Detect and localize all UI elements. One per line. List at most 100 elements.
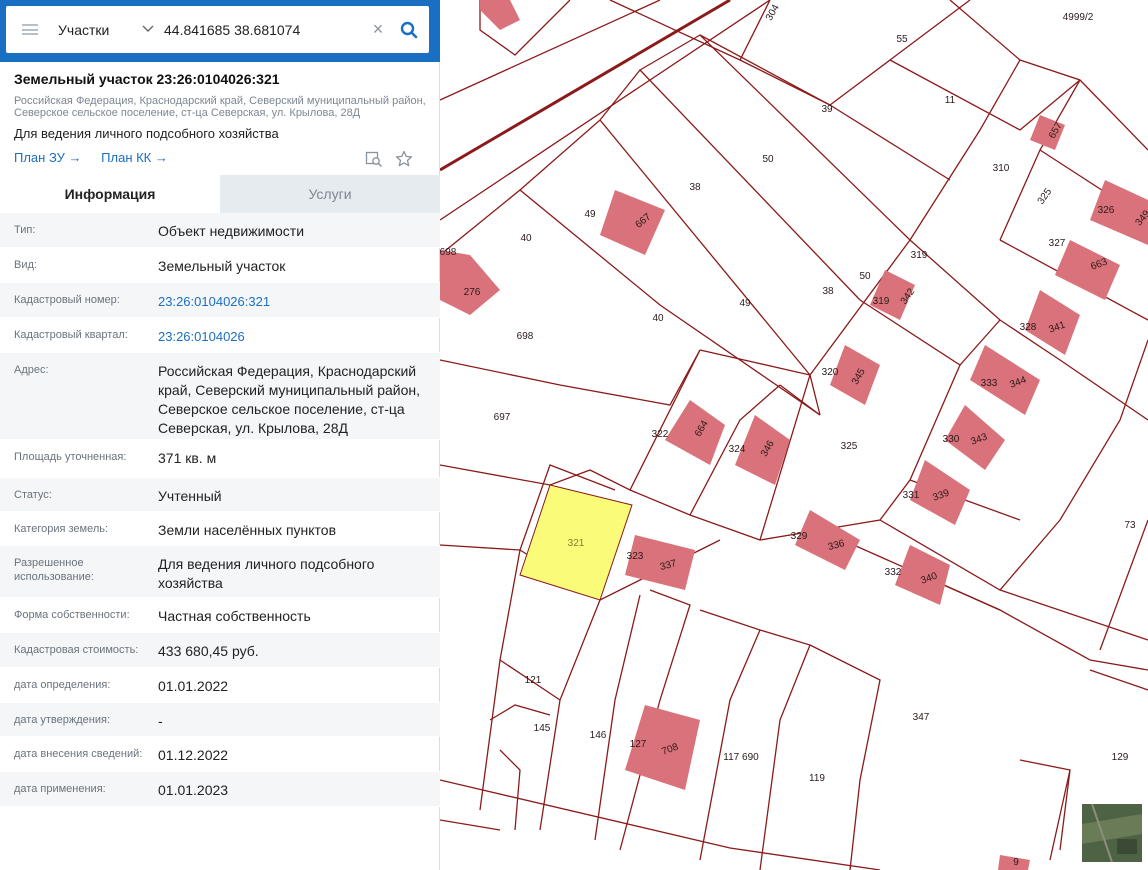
parcel-number-label: 11	[945, 95, 956, 106]
info-row-address: Адрес: Российская Федерация, Краснодарски…	[0, 353, 440, 440]
row-label: Кадастровый номер:	[14, 294, 120, 306]
parcel-number-label: 276	[464, 287, 481, 298]
parcel-number-label: 324	[729, 444, 746, 455]
parcel-number-label: 40	[652, 313, 664, 324]
row-label: Разрешенное использование:	[14, 557, 94, 583]
app-root: Участки × Земельный участок 23:26:010402…	[0, 0, 1148, 870]
parcel-number-label: 40	[520, 233, 532, 244]
parcel-number-label: 320	[822, 367, 839, 378]
parcel-number-label: 698	[517, 331, 534, 342]
object-title: Земельный участок 23:26:0104026:321	[14, 71, 280, 87]
parcel-number-label: 49	[584, 209, 596, 220]
row-value: Российская Федерация, Краснодарский край…	[158, 363, 421, 436]
parcel-number-label: 329	[791, 531, 808, 542]
parcel-number-label: 145	[534, 723, 551, 734]
object-actions	[365, 150, 413, 168]
star-icon[interactable]	[395, 150, 413, 168]
info-row-application-date: дата применения: 01.01.2023	[0, 772, 440, 807]
cadastral-quarter-link[interactable]: 23:26:0104026	[158, 318, 440, 355]
info-row-status: Статус: Учтенный	[0, 478, 440, 512]
cadastral-number-link[interactable]: 23:26:0104026:321	[158, 283, 440, 320]
tab-info[interactable]: Информация	[0, 175, 220, 213]
parcel-number-label: 325	[841, 441, 858, 452]
row-label: Адрес:	[14, 364, 49, 376]
close-icon[interactable]: ×	[367, 6, 389, 53]
parcel-number-label: 310	[993, 163, 1010, 174]
parcel-number-label: 323	[627, 551, 644, 562]
building-footprints	[440, 0, 1148, 870]
parcel-number-label: 326	[1098, 205, 1115, 216]
layer-select[interactable]: Участки	[54, 6, 158, 53]
parcel-number-label: 119	[809, 773, 825, 784]
parcel-number-label: 331	[903, 490, 920, 501]
parcel-number-label: 698	[440, 247, 457, 258]
parcel-number-label: 50	[762, 154, 774, 165]
search-bar: Участки ×	[6, 6, 429, 53]
info-row-type: Тип: Объект недвижимости	[0, 213, 440, 248]
info-row-land-category: Категория земель: Земли населённых пункто…	[0, 512, 440, 546]
row-value: 433 680,45 руб.	[158, 643, 259, 659]
info-row-valuation-date: дата определения: 01.01.2022	[0, 668, 440, 703]
info-row-cadastral-number: Кадастровый номер: 23:26:0104026:321	[0, 283, 440, 318]
hamburger-icon[interactable]	[6, 6, 54, 53]
satellite-layer-toggle[interactable]	[1080, 802, 1144, 864]
search-icon[interactable]	[389, 6, 429, 53]
row-value: 01.01.2022	[158, 678, 229, 694]
object-links: План ЗУ → План КК →	[14, 150, 429, 168]
object-address: Российская Федерация, Краснодарский край…	[14, 95, 426, 119]
row-label: Статус:	[14, 489, 52, 501]
parcel-number-label: 39	[821, 104, 833, 115]
parcel-number-label: 49	[739, 298, 751, 309]
info-row-kind: Вид: Земельный участок	[0, 248, 440, 283]
row-label: Форма собственности:	[14, 609, 130, 621]
parcel-number-label: 38	[822, 286, 834, 297]
parcel-number-label: 129	[1112, 752, 1129, 763]
tab-services[interactable]: Услуги	[220, 175, 440, 213]
row-value: 01.12.2022	[158, 747, 229, 763]
row-value: -	[158, 713, 163, 729]
parcel-number-label: 330	[943, 434, 960, 445]
cadastral-map[interactable]: 304 4999/2 55 39 11 50 667 657 310 38 49 325 326 349 4…	[440, 0, 1148, 870]
row-value: Земельный участок	[158, 258, 286, 274]
parcel-number-label: 55	[896, 34, 908, 45]
object-purpose: Для ведения личного подсобного хозяйства	[14, 126, 279, 141]
find-on-map-icon[interactable]	[365, 150, 383, 168]
row-label: Кадастровый квартал:	[14, 329, 128, 341]
info-row-cadastral-value: Кадастровая стоимость: 433 680,45 руб.	[0, 633, 440, 668]
row-label: дата утверждения:	[14, 714, 111, 726]
row-value: Частная собственность	[158, 608, 311, 624]
selected-parcel-label: 321	[568, 538, 585, 549]
info-row-entry-date: дата внесения сведений: 01.12.2022	[0, 737, 440, 772]
chevron-down-icon	[142, 24, 154, 36]
info-row-cadastral-quarter: Кадастровый квартал: 23:26:0104026	[0, 318, 440, 353]
row-value: 371 кв. м	[158, 450, 217, 466]
search-input[interactable]	[158, 6, 367, 53]
row-label: дата применения:	[14, 783, 106, 795]
parcel-number-label: 121	[525, 675, 542, 686]
parcel-number-label: 117 690	[723, 752, 759, 763]
plan-kk-link[interactable]: План КК →	[101, 150, 168, 165]
layer-select-value: Участки	[58, 21, 110, 38]
info-row-ownership: Форма собственности: Частная собственност…	[0, 598, 440, 633]
info-row-approval-date: дата утверждения: -	[0, 703, 440, 737]
row-value: 01.01.2023	[158, 782, 229, 798]
parcel-number-label: 333	[981, 378, 998, 389]
parcel-number-label: 50	[859, 271, 871, 282]
row-label: Категория земель:	[14, 523, 109, 535]
row-label: Кадастровая стоимость:	[14, 644, 139, 656]
row-label: дата определения:	[14, 679, 111, 691]
row-label: дата внесения сведений:	[14, 748, 143, 760]
tabs: Информация Услуги	[0, 175, 440, 213]
map-canvas[interactable]: 304 4999/2553911506676573103849325326 3494…	[440, 0, 1148, 870]
row-label: Площадь уточненная:	[14, 451, 127, 463]
parcel-number-label: 697	[494, 412, 511, 423]
parcel-number-label: 4999/2	[1063, 12, 1094, 23]
parcel-number-label: 347	[913, 712, 930, 723]
row-value: Учтенный	[158, 488, 222, 504]
search-header: Участки ×	[0, 0, 440, 62]
parcel-number-label: 319	[873, 296, 890, 307]
plan-zu-link[interactable]: План ЗУ →	[14, 150, 82, 165]
row-value: Земли населённых пунктов	[158, 522, 337, 538]
info-row-permitted-use: Разрешенное использование: Для ведения ли…	[0, 546, 440, 598]
parcel-number-label: 319	[911, 250, 928, 261]
